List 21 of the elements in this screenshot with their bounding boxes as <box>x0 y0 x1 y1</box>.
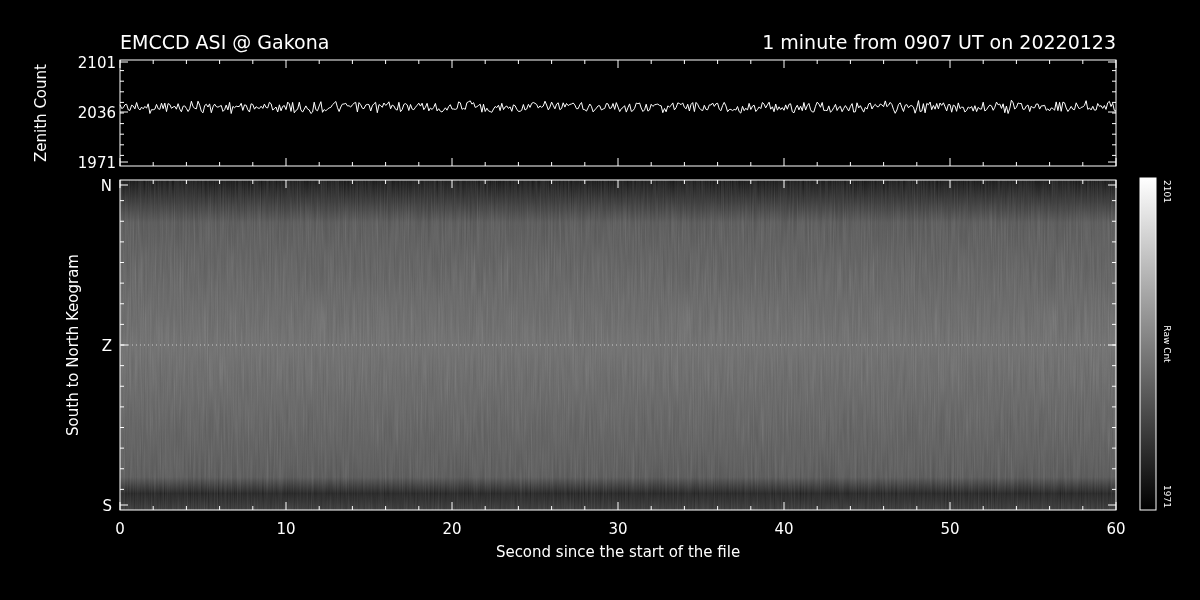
y-axis-label: South to North Keogram <box>64 254 82 436</box>
x-tick-label: 30 <box>608 520 628 538</box>
y-tick-label: 2036 <box>77 104 116 122</box>
x-tick-label: 10 <box>276 520 296 538</box>
x-tick-label: 60 <box>1106 520 1126 538</box>
y-tick-label: S <box>102 497 112 515</box>
x-tick-label: 50 <box>940 520 960 538</box>
y-tick-label: N <box>100 177 112 195</box>
plot-subtitle: 1 minute from 0907 UT on 20220123 <box>762 31 1116 53</box>
x-tick-label: 40 <box>774 520 794 538</box>
y-tick-label: Z <box>101 337 112 355</box>
colorbar-max-label: 2101 <box>1162 180 1172 203</box>
x-axis-label: Second since the start of the file <box>495 543 741 561</box>
y-tick-label: 2101 <box>77 54 116 72</box>
y-axis-label: Zenith Count <box>32 64 50 162</box>
colorbar-label: Raw Cnt <box>1162 325 1172 363</box>
y-tick-label: 1971 <box>77 154 116 172</box>
x-tick-label: 20 <box>442 520 462 538</box>
plot-title: EMCCD ASI @ Gakona <box>120 31 330 53</box>
colorbar-min-label: 1971 <box>1162 485 1172 508</box>
x-tick-label: 0 <box>115 520 125 538</box>
